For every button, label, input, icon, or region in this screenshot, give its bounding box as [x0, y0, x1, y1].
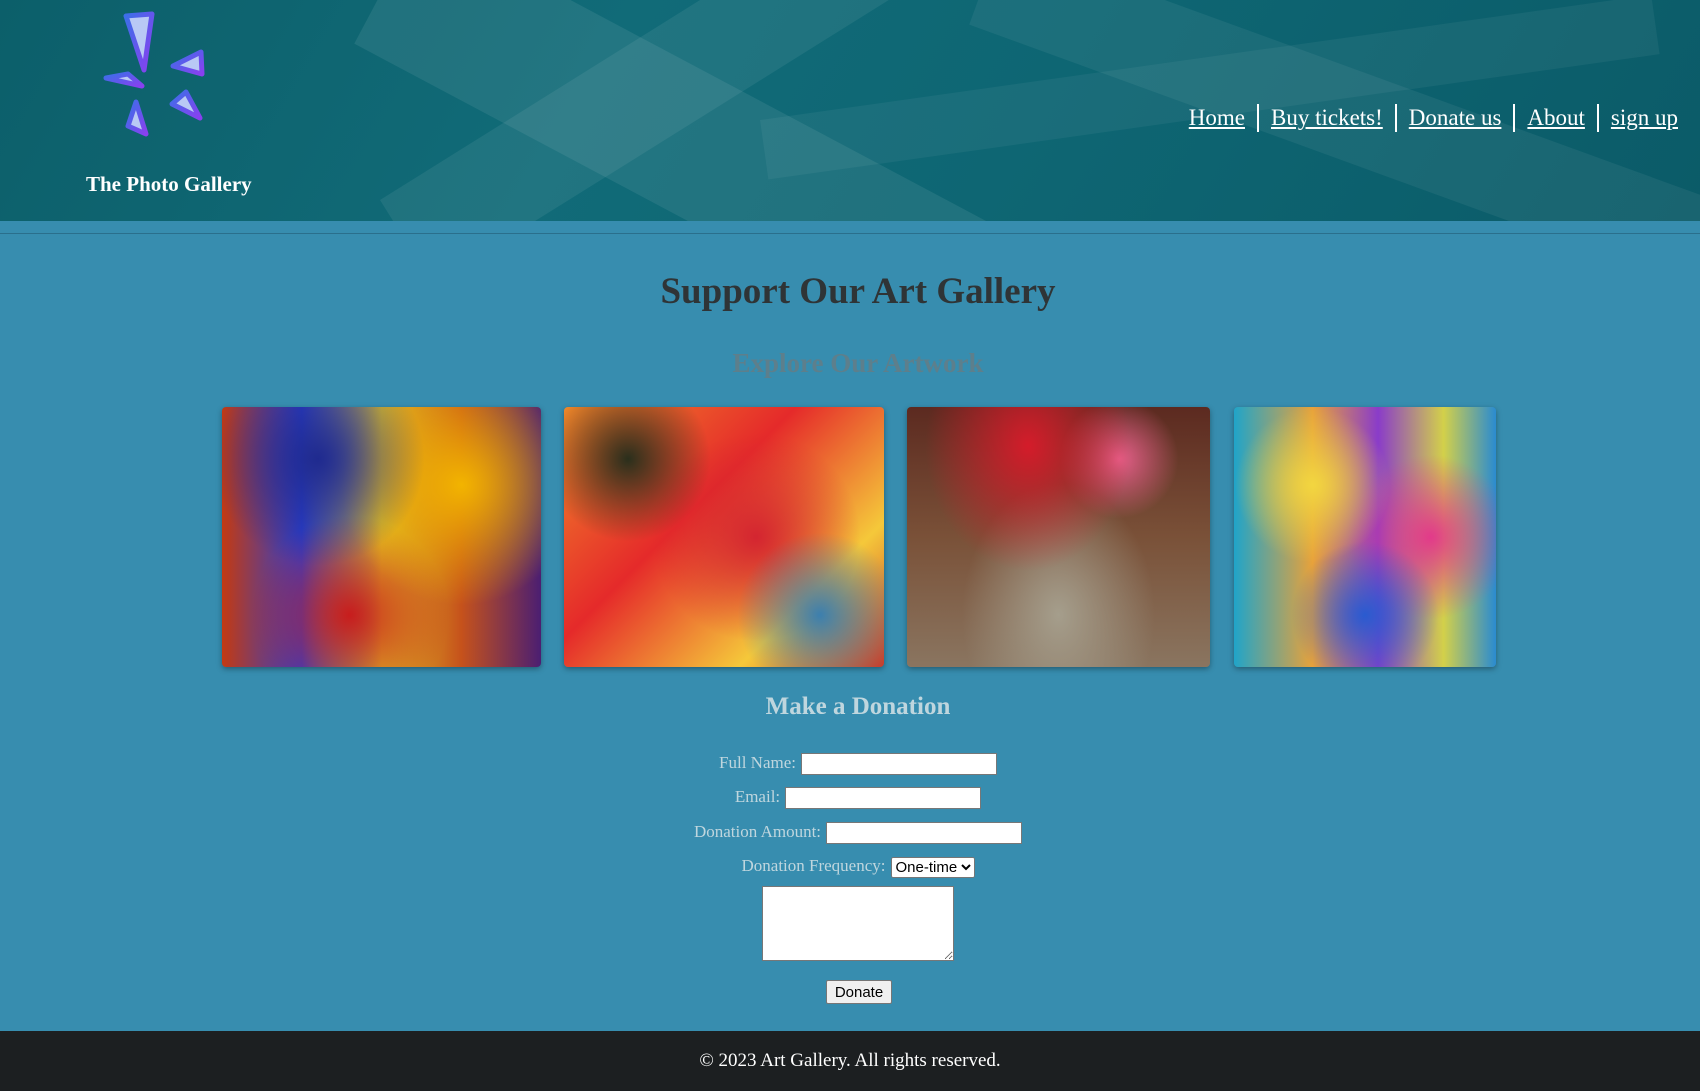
page-title: Support Our Art Gallery: [660, 271, 1056, 312]
artwork-image-painted-face[interactable]: [1234, 407, 1496, 667]
donation-message-textarea[interactable]: [762, 886, 954, 961]
artwork-image-surreal-hands[interactable]: [907, 407, 1210, 667]
donation-amount-row: Donation Amount:: [0, 822, 1700, 845]
pinwheel-logo-icon[interactable]: [98, 8, 222, 142]
full-name-row: Full Name:: [0, 753, 1700, 776]
nav-about-link[interactable]: About: [1527, 105, 1585, 131]
site-title: The Photo Gallery: [86, 172, 252, 196]
nav-separator: [1513, 104, 1516, 132]
nav-separator: [1596, 104, 1599, 132]
donation-frequency-select[interactable]: One-time: [890, 856, 975, 878]
gallery-heading: Explore Our Artwork: [732, 348, 984, 378]
donation-amount-label: Donation Amount:: [693, 822, 822, 841]
nav-separator: [1256, 104, 1259, 132]
site-footer: © 2023 Art Gallery. All rights reserved.: [0, 1031, 1700, 1091]
donation-frequency-row: Donation Frequency: One-time: [0, 856, 1700, 878]
section-divider: [0, 233, 1700, 234]
artwork-image-abstract-red[interactable]: [564, 407, 884, 667]
site-header: The Photo Gallery Home Buy tickets! Dona…: [0, 0, 1700, 221]
donation-heading: Make a Donation: [765, 693, 951, 720]
nav-buy-tickets-link[interactable]: Buy tickets!: [1271, 105, 1383, 131]
email-row: Email:: [0, 787, 1700, 810]
donation-frequency-label: Donation Frequency:: [741, 856, 886, 875]
nav-home-link[interactable]: Home: [1189, 105, 1245, 131]
footer-copyright: © 2023 Art Gallery. All rights reserved.: [699, 1050, 1001, 1071]
email-input[interactable]: [785, 787, 982, 810]
nav-separator: [1394, 104, 1397, 132]
donate-button[interactable]: Donate: [826, 980, 892, 1004]
nav-donate-link[interactable]: Donate us: [1409, 105, 1502, 131]
donation-amount-input[interactable]: [826, 822, 1023, 845]
email-label: Email:: [734, 787, 781, 806]
full-name-input[interactable]: [800, 753, 997, 776]
nav-signup-link[interactable]: sign up: [1611, 105, 1678, 131]
main-nav: Home Buy tickets! Donate us About sign u…: [1189, 104, 1678, 132]
artwork-image-city-street[interactable]: [222, 407, 541, 667]
full-name-label: Full Name:: [719, 753, 796, 772]
